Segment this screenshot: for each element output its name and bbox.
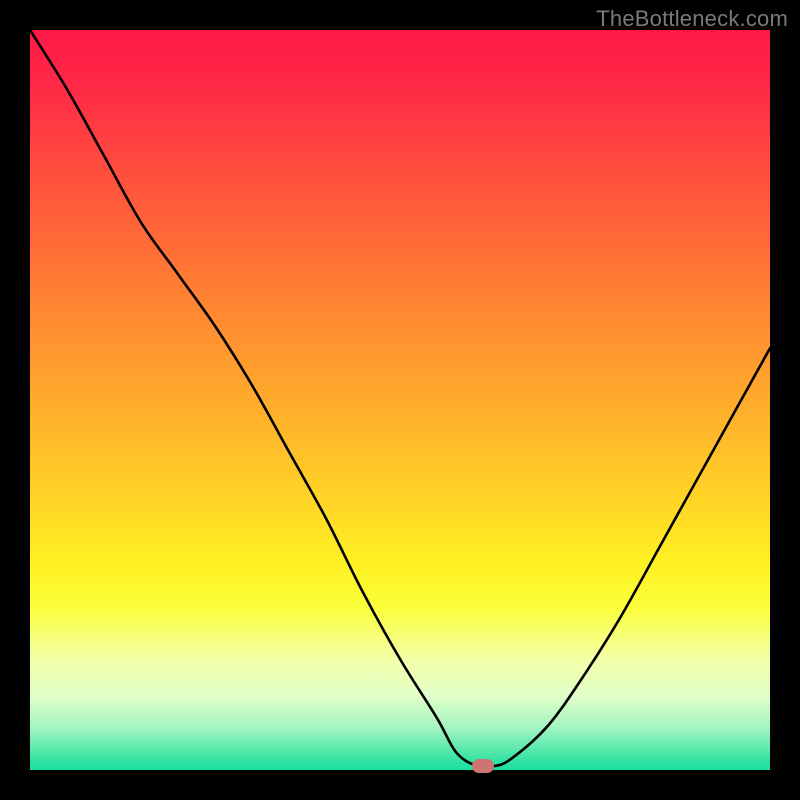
chart-container: TheBottleneck.com [0, 0, 800, 800]
optimal-marker [472, 759, 494, 773]
bottleneck-curve [30, 30, 770, 770]
plot-area [30, 30, 770, 770]
attribution-label: TheBottleneck.com [596, 6, 788, 32]
curve-path [30, 30, 770, 767]
